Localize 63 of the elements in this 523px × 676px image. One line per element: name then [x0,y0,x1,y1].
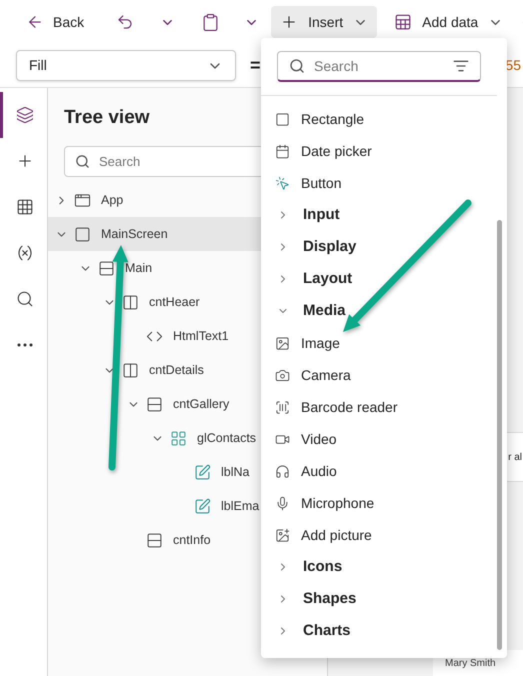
menu-category[interactable]: Icons [261,551,497,583]
menu-item[interactable]: Barcode reader [261,391,497,423]
equals-sign: = [250,54,261,77]
clipboard-icon [201,12,220,32]
scrollbar-thumb[interactable] [497,220,502,650]
menu-item[interactable]: Audio [261,455,497,487]
app-icon [74,192,91,208]
tree-item-label: Main [125,260,152,277]
layers-icon [16,106,34,124]
tree-item-label: cntInfo [173,532,211,549]
menu-item[interactable]: Microphone [261,487,497,519]
add-data-button[interactable]: Add data [385,6,512,38]
camera-icon [275,368,290,382]
menu-item[interactable]: Rectangle [261,103,497,135]
container-icon [122,294,139,310]
barcode-icon [275,400,290,414]
image-icon [275,336,290,350]
property-dropdown[interactable]: Fill [16,50,236,81]
tree-item-label: cntDetails [149,362,204,379]
panel-title: Tree view [64,106,150,130]
gallery-icon [170,430,187,446]
tree-item-label: cntHeaer [149,294,200,311]
microphone-icon [275,496,290,510]
menu-item[interactable]: Camera [261,359,497,391]
stack-icon [98,260,115,276]
screen-icon [74,226,91,242]
undo-icon [116,13,134,31]
menu-search-field[interactable]: Search [277,51,481,82]
tree-item-label: HtmlText1 [173,328,229,345]
tree-item-label: App [101,192,124,209]
search-icon [16,290,34,308]
label-icon [194,498,211,514]
filter-icon[interactable] [453,58,469,74]
add-picture-icon [275,528,290,542]
search-icon [75,154,90,169]
insert-button[interactable]: Insert [271,6,378,38]
more-icon [17,343,33,347]
stack-icon [146,532,163,548]
menu-item[interactable]: Video [261,423,497,455]
tree-item-label: MainScreen [101,226,168,243]
menu-category[interactable]: Layout [261,263,497,295]
menu-item[interactable]: Add picture [261,519,497,551]
tree-item-label: lblNa [221,464,250,481]
audio-icon [275,464,290,478]
rectangle-icon [275,112,290,126]
tree-item-label: cntGallery [173,396,230,413]
menu-category[interactable]: Charts [261,615,497,647]
label-icon [194,464,211,480]
back-button[interactable]: Back [22,5,88,39]
tree-item-label: lblEma [221,498,260,515]
stack-icon [146,396,163,412]
menu-item[interactable]: Image [261,327,497,359]
variable-icon [16,244,34,262]
container-icon [122,362,139,378]
tree-item-label: glContacts [197,430,256,447]
date-picker-icon [275,144,290,158]
search-icon [289,58,305,74]
menu-category[interactable]: Shapes [261,583,497,615]
menu-category[interactable]: Media [261,295,497,327]
grid-icon [16,198,34,216]
card-text: r al [508,450,522,464]
table-add-icon [394,13,412,31]
button-icon [275,176,290,190]
